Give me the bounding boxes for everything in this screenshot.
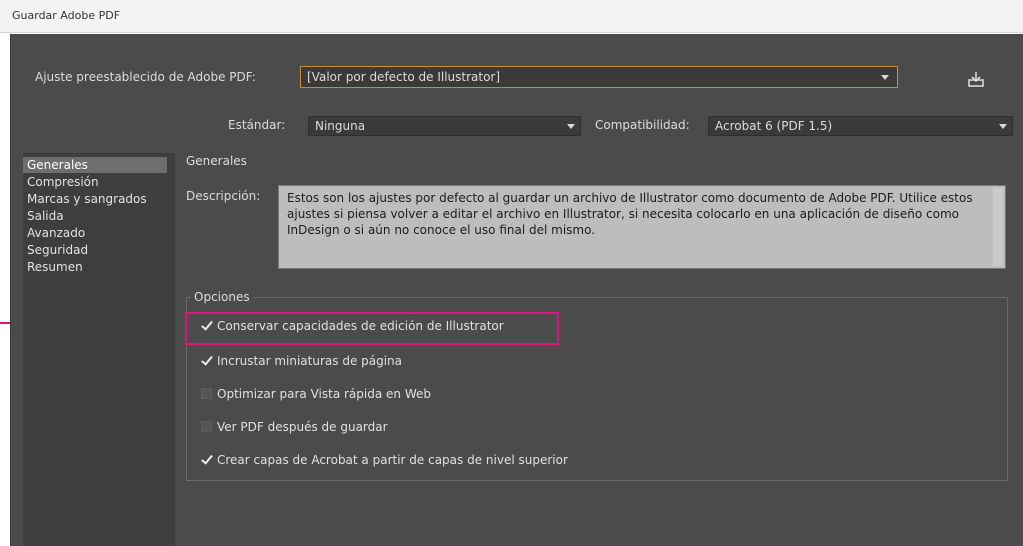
chevron-down-icon (567, 124, 575, 129)
sidebar-item-marcas-sangrados[interactable]: Marcas y sangrados (23, 191, 175, 207)
window-titlebar: Guardar Adobe PDF (0, 0, 1023, 33)
chevron-down-icon (881, 75, 889, 80)
sidebar-item-seguridad[interactable]: Seguridad (23, 242, 175, 258)
description-text: Estos son los ajustes por defecto al gua… (287, 191, 973, 237)
save-preset-icon[interactable] (967, 70, 985, 88)
sidebar-item-resumen[interactable]: Resumen (23, 259, 175, 275)
standard-label: Estándar: (228, 118, 286, 132)
description-box: Estos son los ajustes por defecto al gua… (278, 185, 1006, 269)
sidebar-item-salida[interactable]: Salida (23, 208, 175, 224)
option-label: Optimizar para Vista rápida en Web (217, 387, 431, 401)
option-create-layers[interactable]: Crear capas de Acrobat a partir de capas… (201, 453, 568, 471)
standard-value: Ninguna (315, 119, 366, 133)
save-pdf-dialog: Ajuste preestablecido de Adobe PDF: [Val… (10, 34, 1023, 546)
compatibility-value: Acrobat 6 (PDF 1.5) (715, 119, 833, 133)
option-fast-web-view[interactable]: Optimizar para Vista rápida en Web (201, 387, 431, 405)
section-title: Generales (186, 154, 247, 168)
option-view-pdf-after[interactable]: Ver PDF después de guardar (201, 420, 388, 438)
option-label: Incrustar miniaturas de página (217, 354, 403, 368)
option-label: Ver PDF después de guardar (217, 420, 388, 434)
preset-value: [Valor por defecto de Illustrator] (307, 70, 501, 84)
checkbox-checked[interactable] (201, 355, 212, 366)
window-title: Guardar Adobe PDF (12, 9, 121, 22)
checkbox-unchecked[interactable] (201, 388, 212, 399)
sidebar-item-avanzado[interactable]: Avanzado (23, 225, 175, 241)
options-title: Opciones (191, 290, 253, 304)
sidebar-item-generales[interactable]: Generales (23, 157, 167, 173)
checkbox-checked[interactable] (201, 454, 212, 465)
preset-label: Ajuste preestablecido de Adobe PDF: (35, 70, 256, 84)
sidebar-item-compresion[interactable]: Compresión (23, 174, 175, 190)
compatibility-label: Compatibilidad: (595, 118, 690, 132)
description-label: Descripción: (186, 189, 261, 203)
description-scrollbar[interactable] (993, 188, 1003, 266)
annotation-highlight-box (185, 312, 559, 345)
checkbox-unchecked[interactable] (201, 421, 212, 432)
standard-select[interactable]: Ninguna (308, 116, 581, 136)
option-label: Crear capas de Acrobat a partir de capas… (217, 453, 568, 467)
category-sidebar: Generales Compresión Marcas y sangrados … (23, 153, 175, 546)
chevron-down-icon (999, 124, 1007, 129)
compatibility-select[interactable]: Acrobat 6 (PDF 1.5) (708, 116, 1013, 136)
preset-dropdown[interactable]: [Valor por defecto de Illustrator] (300, 66, 898, 88)
option-embed-thumbnails[interactable]: Incrustar miniaturas de página (201, 354, 402, 372)
